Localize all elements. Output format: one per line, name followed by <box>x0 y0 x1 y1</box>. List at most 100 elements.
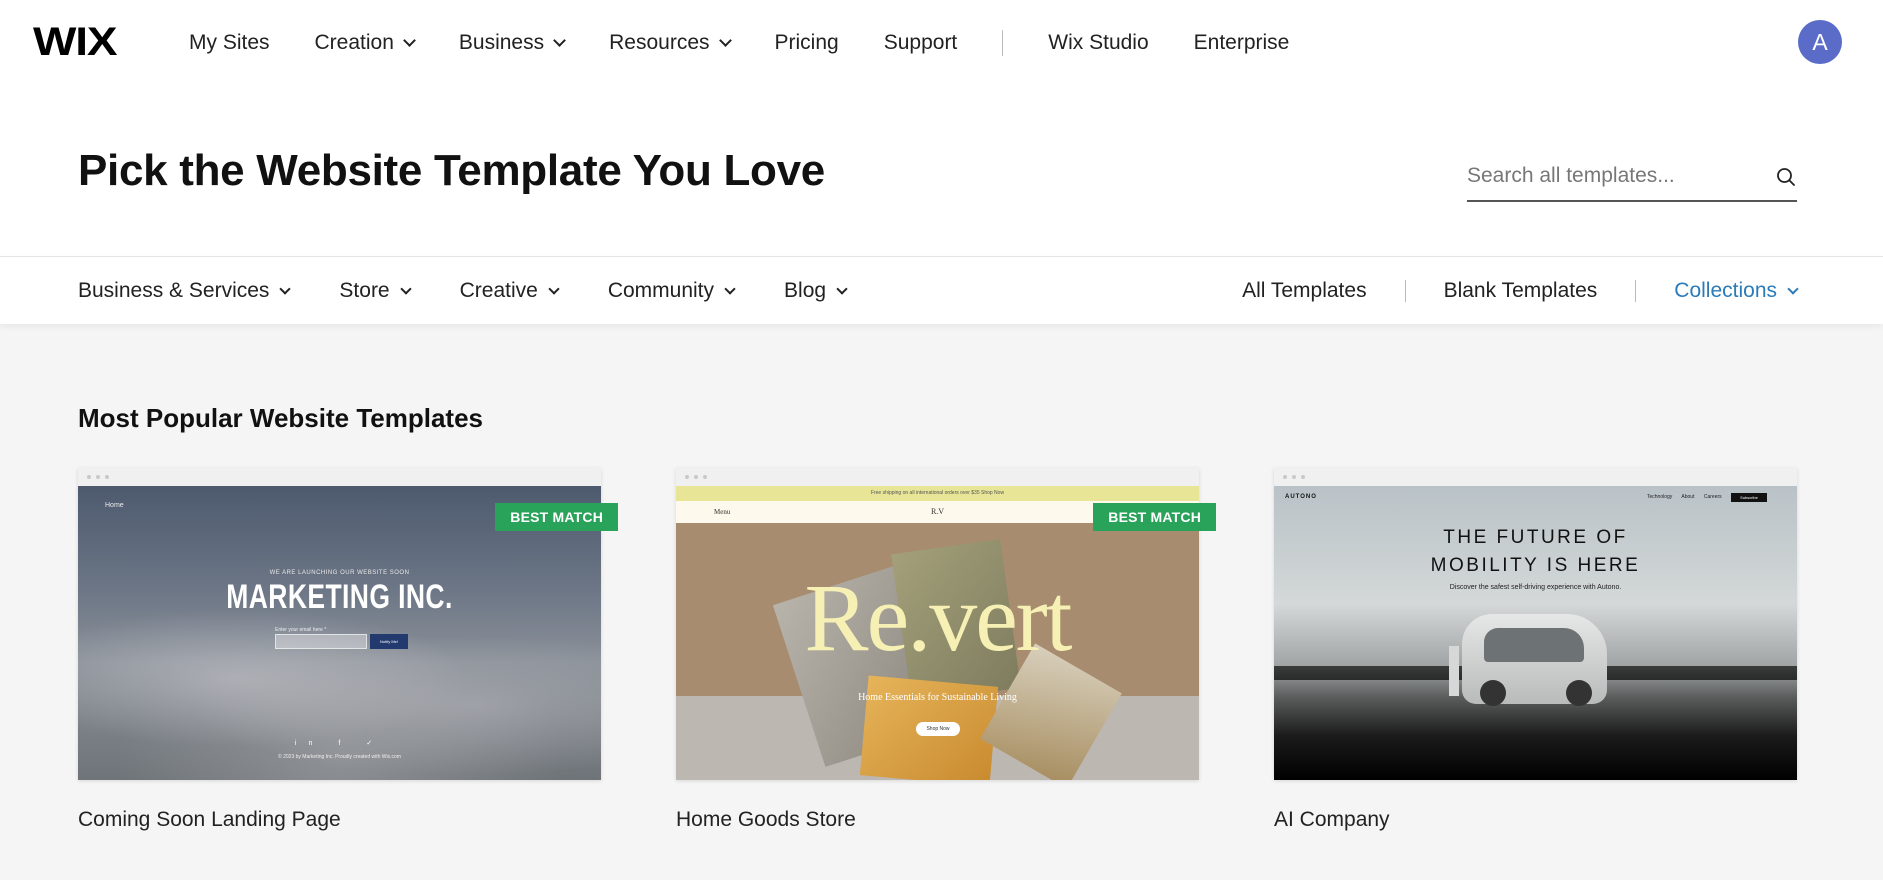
nav-support[interactable]: Support <box>884 31 958 55</box>
top-navigation: WIX My Sites Creation Business Resources… <box>0 0 1883 86</box>
nav-creation-label: Creation <box>314 31 394 54</box>
category-blog[interactable]: Blog <box>784 279 848 303</box>
thumb-links: Technology About Careers <box>1647 494 1722 500</box>
car-window <box>1484 628 1584 662</box>
browser-dot-icon <box>1301 475 1305 479</box>
browser-dot-icon <box>1292 475 1296 479</box>
category-label: Store <box>339 279 390 302</box>
category-community[interactable]: Community <box>607 279 736 303</box>
thumb-headline: Re.vert <box>804 564 1073 671</box>
best-match-badge: BEST MATCH <box>495 503 618 531</box>
template-preview[interactable]: Home WE ARE LAUNCHING OUR WEBSITE SOON M… <box>78 468 618 780</box>
nav-wix-studio-label: Wix Studio <box>1048 31 1149 54</box>
all-templates-link[interactable]: All Templates <box>1242 279 1367 303</box>
hero-header: Pick the Website Template You Love <box>0 86 1883 256</box>
car-image <box>1462 614 1607 706</box>
thumb-social-icons: in f ✓ <box>294 740 385 747</box>
thumb-shop-button: Shop Now <box>916 722 960 736</box>
thumb-headline: THE FUTURE OF MOBILITY IS HERE <box>1274 524 1797 580</box>
nav-resources[interactable]: Resources <box>609 31 732 55</box>
collections-label: Collections <box>1674 279 1777 302</box>
thumb-nav: Home <box>105 502 124 509</box>
best-match-badge: BEST MATCH <box>1093 503 1216 531</box>
browser-dot-icon <box>703 475 707 479</box>
template-card[interactable]: AUTONO Technology About Careers Subscrib… <box>1274 468 1797 832</box>
category-business-services[interactable]: Business & Services <box>78 279 292 303</box>
search-input[interactable] <box>1467 160 1757 192</box>
car-wheel <box>1566 680 1592 706</box>
template-preview[interactable]: Free shipping on all international order… <box>676 468 1216 780</box>
category-label: Creative <box>459 279 538 302</box>
thumb-notify-button: Notify Me! <box>370 634 408 649</box>
template-search <box>1467 154 1797 202</box>
page-title: Pick the Website Template You Love <box>78 146 825 195</box>
charger-image <box>1449 646 1459 696</box>
thumb-brand: AUTONO <box>1285 494 1317 500</box>
nav-creation[interactable]: Creation <box>314 31 416 55</box>
thumb-subtitle: Discover the safest self-driving experie… <box>1449 584 1622 591</box>
nav-pricing-label: Pricing <box>774 31 839 54</box>
template-card[interactable]: Home WE ARE LAUNCHING OUR WEBSITE SOON M… <box>78 468 618 832</box>
chevron-down-icon <box>718 34 732 47</box>
browser-dot-icon <box>1283 475 1287 479</box>
chevron-down-icon <box>548 282 560 295</box>
chevron-down-icon <box>399 282 412 295</box>
filter-divider <box>1635 280 1637 302</box>
browser-dot-icon <box>105 475 109 479</box>
template-name[interactable]: AI Company <box>1274 808 1797 832</box>
category-store[interactable]: Store <box>339 279 412 303</box>
chevron-down-icon <box>279 282 292 295</box>
browser-dot-icon <box>96 475 100 479</box>
user-avatar[interactable]: A <box>1798 20 1842 64</box>
template-preview[interactable]: AUTONO Technology About Careers Subscrib… <box>1274 468 1797 780</box>
blank-templates-link[interactable]: Blank Templates <box>1444 279 1598 303</box>
thumb-eyebrow: WE ARE LAUNCHING OUR WEBSITE SOON <box>269 570 410 576</box>
filter-divider <box>1404 280 1406 302</box>
search-icon[interactable] <box>1775 166 1797 188</box>
category-bar: Business & Services Store Creative Commu… <box>0 256 1883 324</box>
thumb-subscribe-button: Subscribe <box>1731 493 1767 502</box>
template-name[interactable]: Coming Soon Landing Page <box>78 808 601 832</box>
browser-bar <box>676 468 1199 486</box>
category-creative[interactable]: Creative <box>459 279 560 303</box>
thumb-promo-bar: Free shipping on all international order… <box>676 486 1199 501</box>
browser-bar <box>78 468 601 486</box>
template-card[interactable]: Free shipping on all international order… <box>676 468 1216 832</box>
chevron-down-icon <box>836 282 848 295</box>
nav-my-sites-label: My Sites <box>189 31 270 54</box>
thumb-headline-line: MOBILITY IS HERE <box>1430 555 1641 576</box>
thumb-email-field <box>275 634 367 649</box>
nav-divider <box>1002 30 1004 56</box>
category-label: Blog <box>784 279 827 302</box>
chevron-down-icon <box>403 34 416 47</box>
nav-resources-label: Resources <box>609 31 710 54</box>
browser-dot-icon <box>694 475 698 479</box>
chevron-down-icon <box>553 34 566 47</box>
template-name[interactable]: Home Goods Store <box>676 808 1199 832</box>
nav-business[interactable]: Business <box>458 31 566 55</box>
nav-wix-studio[interactable]: Wix Studio <box>1048 31 1148 55</box>
thumb-subtitle: Home Essentials for Sustainable Living <box>858 692 1017 703</box>
main-nav: My Sites Creation Business Resources Pri… <box>189 0 1289 86</box>
browser-bar <box>1274 468 1797 486</box>
browser-dot-icon <box>685 475 689 479</box>
thumb-headline-line: THE FUTURE OF <box>1443 527 1628 548</box>
collections-dropdown[interactable]: Collections <box>1674 279 1799 303</box>
nav-enterprise[interactable]: Enterprise <box>1194 31 1290 55</box>
template-filters: All Templates Blank Templates Collection… <box>1242 257 1799 325</box>
nav-my-sites[interactable]: My Sites <box>189 31 270 55</box>
wix-logo[interactable]: WIX <box>33 22 118 62</box>
chevron-down-icon <box>1787 282 1799 295</box>
nav-business-label: Business <box>458 31 545 54</box>
category-label: Community <box>607 279 715 302</box>
thumb-footer: © 2023 by Marketing Inc. Proudly created… <box>278 754 401 760</box>
chevron-down-icon <box>724 282 736 295</box>
thumb-headline: MARKETING INC. <box>226 578 453 616</box>
section-title: Most Popular Website Templates <box>78 403 484 433</box>
nav-pricing[interactable]: Pricing <box>775 31 839 55</box>
template-thumbnail: AUTONO Technology About Careers Subscrib… <box>1274 486 1797 780</box>
category-menu: Business & Services Store Creative Commu… <box>78 257 848 325</box>
car-wheel <box>1480 680 1506 706</box>
thumb-email-label: Enter your email here * <box>275 627 327 633</box>
browser-dot-icon <box>87 475 91 479</box>
